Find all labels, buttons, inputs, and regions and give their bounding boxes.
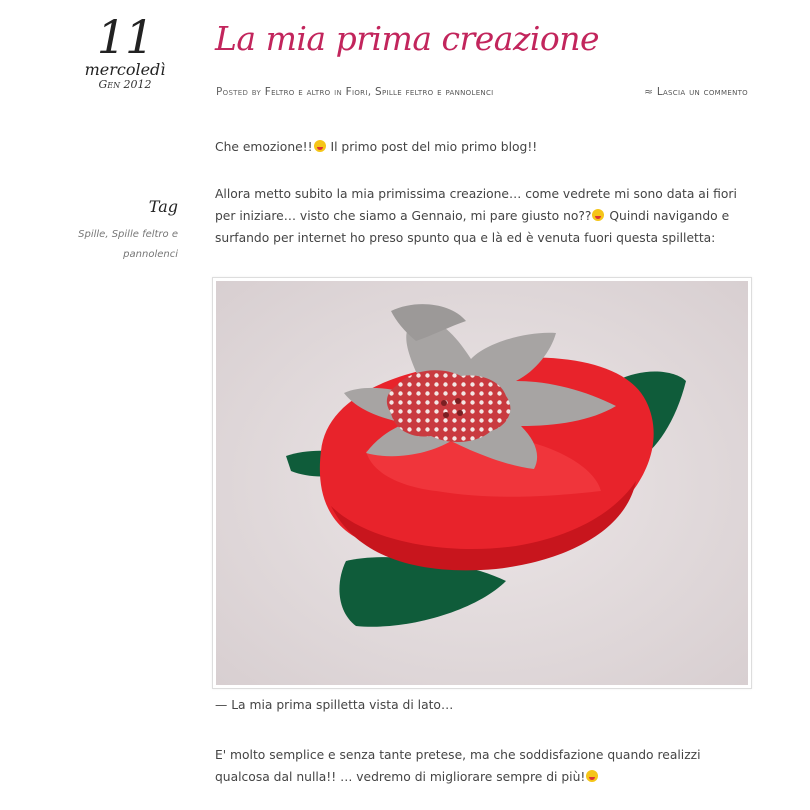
tongue-smiley-icon [313, 140, 326, 152]
leave-comment-link[interactable]: ≈ Lascia un commento [644, 86, 748, 98]
author-link[interactable]: Feltro e altro [265, 86, 331, 98]
felt-flower-brooch-photo [216, 281, 748, 685]
paragraph-3-text: E' molto semplice e senza tante pretese,… [215, 748, 701, 784]
tag-section: Tag Spille, Spille feltro e pannolenci [60, 197, 178, 265]
in-label: in [334, 86, 343, 98]
paragraph-1: Che emozione!! Il primo post del mio pri… [215, 136, 755, 158]
paragraph-3: E' molto semplice e senza tante pretese,… [215, 744, 755, 788]
posted-by-label: Posted by [216, 86, 262, 98]
tag-link-spille[interactable]: Spille [78, 229, 105, 240]
date-month-year: Gen 2012 [98, 78, 152, 91]
tag-title: Tag [148, 197, 178, 216]
post-date: 11 mercoledì Gen 2012 [60, 10, 190, 92]
date-day: 11 [96, 10, 155, 64]
tongue-smiley-icon [592, 209, 605, 221]
category-link-spille[interactable]: Spille feltro e pannolenci [375, 86, 494, 98]
paragraph-2: Allora metto subito la mia primissima cr… [215, 183, 755, 249]
paragraph-1-text-b: Il primo post del mio primo blog!! [326, 140, 538, 154]
post-image-frame[interactable] [212, 277, 752, 689]
date-weekday: mercoledì [84, 60, 166, 79]
post-meta-left: Posted by Feltro e altro in Fiori, Spill… [216, 86, 494, 98]
post-meta: Posted by Feltro e altro in Fiori, Spill… [216, 86, 748, 102]
image-caption: — La mia prima spilletta vista di lato… [215, 698, 454, 712]
post-title[interactable]: La mia prima creazione [215, 16, 600, 62]
tongue-smiley-icon [586, 770, 599, 782]
tag-list: Spille, Spille feltro e pannolenci [78, 229, 178, 260]
paragraph-1-text-a: Che emozione!! [215, 140, 313, 154]
category-link-fiori[interactable]: Fiori [346, 86, 368, 98]
tag-link-spille-feltro[interactable]: Spille feltro e pannolenci [112, 229, 178, 260]
